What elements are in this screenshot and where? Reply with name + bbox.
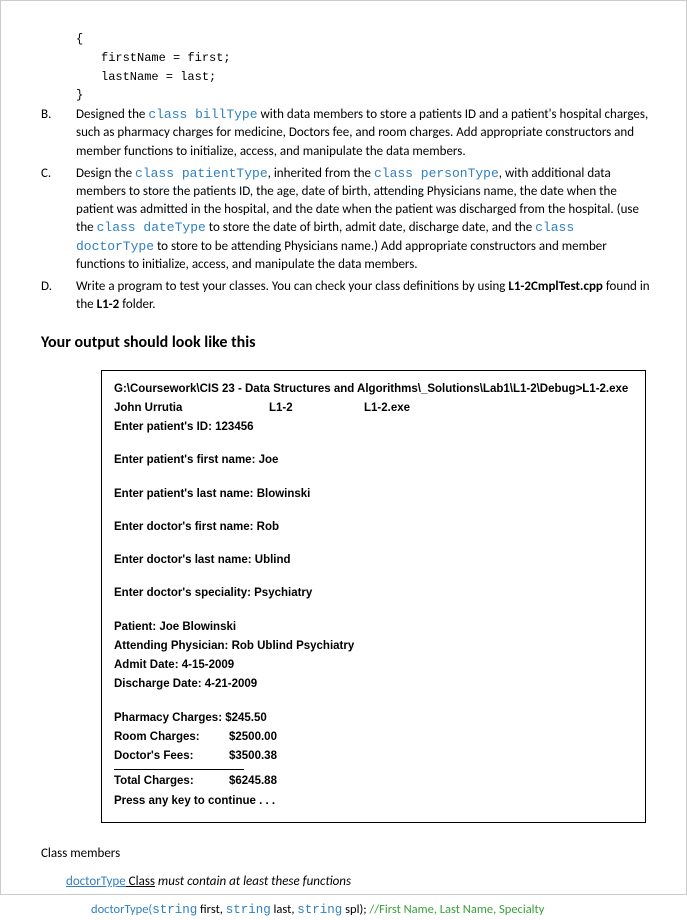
output-plast: Enter patient's last name: Blowinski: [114, 486, 633, 503]
code-line-2: lastName = last;: [101, 69, 656, 86]
class-word: Class: [126, 874, 155, 889]
item-label-d: D.: [41, 278, 76, 314]
output-exe: L1-2.exe: [364, 400, 410, 417]
output-doctor-fees: Doctor's Fees: $3500.38: [114, 748, 633, 765]
output-id: Enter patient's ID: 123456: [114, 419, 633, 436]
keyword-class-datetype: class dateType: [97, 220, 206, 235]
output-continue: Press any key to continue . . .: [114, 793, 633, 810]
keyword-class-patienttype: class patientType: [135, 166, 268, 181]
code-line-1: firstName = first;: [101, 50, 656, 67]
param-type-2: string: [226, 903, 271, 917]
class-desc: must contain at least these functions: [155, 874, 351, 889]
param-name-3: spl);: [342, 902, 369, 917]
doctor-fees-label: Doctor's Fees:: [114, 748, 229, 765]
output-pharmacy: Pharmacy Charges: $245.50: [114, 710, 633, 727]
output-patient: Patient: Joe Blowinski: [114, 619, 633, 636]
output-lab: L1-2: [269, 400, 364, 417]
output-discharge: Discharge Date: 4-21-2009: [114, 676, 633, 693]
output-heading: Your output should look like this: [41, 332, 656, 354]
text: Designed the: [76, 107, 148, 122]
code-comment: //First Name, Last Name, Specialty: [369, 902, 544, 917]
list-item-d: D. Write a program to test your classes.…: [41, 278, 656, 314]
param-type-1: string: [152, 903, 197, 917]
output-pfirst: Enter patient's first name: Joe: [114, 452, 633, 469]
total-value: $6245.88: [229, 773, 277, 790]
text: folder.: [119, 297, 155, 312]
divider-line: [114, 769, 244, 770]
fn-name: doctorType(: [91, 902, 152, 917]
text: Write a program to test your classes. Yo…: [76, 279, 508, 294]
item-content-b: Designed the class billType with data me…: [76, 106, 656, 161]
param-type-3: string: [297, 903, 342, 917]
text: , inherited from the: [268, 166, 374, 181]
output-physician: Attending Physician: Rob Ublind Psychiat…: [114, 638, 633, 655]
output-header-line: John Urrutia L1-2 L1-2.exe: [114, 400, 633, 417]
class-members-heading: Class members: [41, 845, 656, 863]
text: to store the date of birth, admit date, …: [206, 220, 535, 235]
item-label-b: B.: [41, 106, 76, 161]
doctortype-class-heading: doctorType Class must contain at least t…: [66, 873, 656, 891]
keyword-class-persontype: class personType: [374, 166, 499, 181]
list-item-c: C. Design the class patientType, inherit…: [41, 165, 656, 274]
room-value: $2500.00: [229, 729, 277, 746]
output-dspec: Enter doctor's speciality: Psychiatry: [114, 585, 633, 602]
text: Design the: [76, 166, 135, 181]
class-name-doctortype: doctorType: [66, 874, 126, 889]
total-label: Total Charges:: [114, 773, 229, 790]
room-label: Room Charges:: [114, 729, 229, 746]
text: to store to be attending Physicians name…: [76, 239, 607, 272]
output-total: Total Charges: $6245.88: [114, 773, 633, 790]
output-path: G:\Coursework\CIS 23 - Data Structures a…: [114, 381, 633, 398]
item-label-c: C.: [41, 165, 76, 274]
ref-cmpltest: L1-2CmplTest.cpp: [508, 279, 603, 294]
keyword-class-billtype: class billType: [148, 107, 257, 122]
output-name: John Urrutia: [114, 400, 269, 417]
output-room: Room Charges: $2500.00: [114, 729, 633, 746]
list-item-b: B. Designed the class billType with data…: [41, 106, 656, 161]
output-box: G:\Coursework\CIS 23 - Data Structures a…: [101, 370, 646, 823]
item-content-d: Write a program to test your classes. Yo…: [76, 278, 656, 314]
code-brace-close: }: [76, 87, 656, 104]
param-name-1: first,: [197, 902, 225, 917]
output-dlast: Enter doctor's last name: Ublind: [114, 552, 633, 569]
code-brace-open: {: [76, 31, 656, 48]
doctor-fees-value: $3500.38: [229, 748, 277, 765]
ref-folder: L1-2: [97, 297, 120, 312]
output-admit: Admit Date: 4-15-2009: [114, 657, 633, 674]
function-signature: doctorType(string first, string last, st…: [91, 901, 656, 920]
param-name-2: last,: [271, 902, 298, 917]
output-dfirst: Enter doctor's first name: Rob: [114, 519, 633, 536]
item-content-c: Design the class patientType, inherited …: [76, 165, 656, 274]
